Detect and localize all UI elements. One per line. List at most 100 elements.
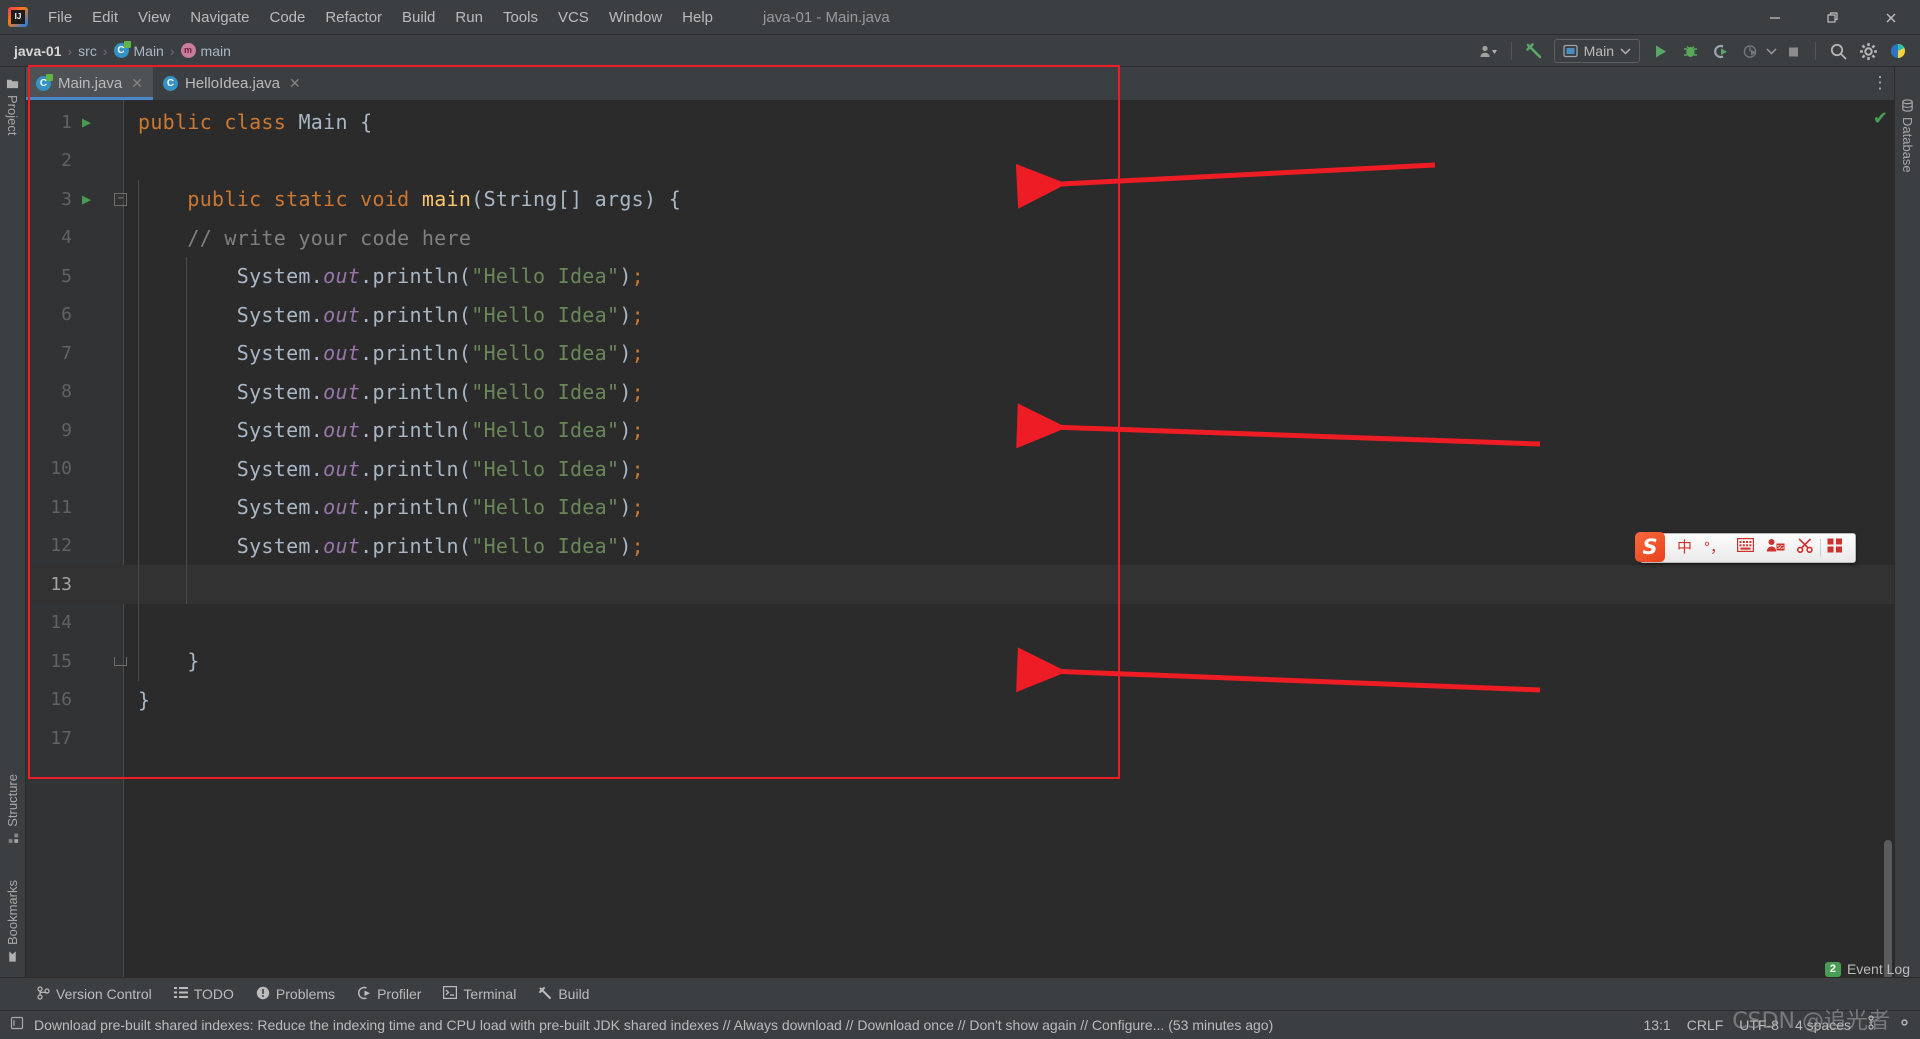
settings-gear-icon[interactable] <box>1854 38 1882 64</box>
breadcrumb-item-main[interactable]: m main <box>177 43 235 59</box>
line-number[interactable]: 14 <box>26 612 72 633</box>
bottom-tool-terminal[interactable]: Terminal <box>432 978 527 1011</box>
gutter-fold-start-icon[interactable]: − <box>114 192 127 206</box>
line-number[interactable]: 16 <box>26 689 72 710</box>
line-number[interactable]: 6 <box>26 304 72 325</box>
indent-setting[interactable]: 4 spaces <box>1795 1017 1851 1033</box>
bottom-tool-version-control[interactable]: Version Control <box>26 978 163 1011</box>
menu-item-window[interactable]: Window <box>599 0 672 35</box>
code-line[interactable]: 15 } <box>26 642 1894 681</box>
line-number[interactable]: 4 <box>26 227 72 248</box>
code-line[interactable]: 13 <box>26 565 1894 604</box>
menu-item-help[interactable]: Help <box>672 0 723 35</box>
menu-item-code[interactable]: Code <box>259 0 315 35</box>
ime-user-icon[interactable]: SG <box>1760 538 1791 559</box>
profiler-chevron-down-icon[interactable] <box>1766 47 1777 55</box>
git-branch-icon[interactable] <box>1867 1015 1881 1035</box>
menu-item-view[interactable]: View <box>128 0 180 35</box>
ime-punctuation-toggle[interactable]: °， <box>1698 538 1731 558</box>
gutter-run-icon[interactable]: ▶ <box>82 115 96 130</box>
gutter-run-icon[interactable]: ▶ <box>82 192 96 207</box>
line-number[interactable]: 2 <box>26 150 72 171</box>
code-line[interactable]: 10 System.out.println("Hello Idea"); <box>26 449 1894 488</box>
menu-item-navigate[interactable]: Navigate <box>180 0 259 35</box>
line-number[interactable]: 3 <box>26 189 72 210</box>
bottom-tool-todo[interactable]: TODO <box>163 978 245 1011</box>
line-number[interactable]: 11 <box>26 497 72 518</box>
code-line[interactable]: 4 // write your code here <box>26 218 1894 257</box>
code-line[interactable]: 2 <box>26 142 1894 181</box>
menu-item-file[interactable]: File <box>38 0 82 35</box>
line-number[interactable]: 8 <box>26 381 72 402</box>
line-number[interactable]: 13 <box>26 574 72 595</box>
code-line[interactable]: 3 ▶ − public static void main(String[] arg… <box>26 180 1894 219</box>
close-icon[interactable]: ✕ <box>289 75 301 92</box>
line-number[interactable]: 17 <box>26 728 72 749</box>
editor-tab-HelloIdea-java[interactable]: C HelloIdea.java ✕ <box>153 67 311 100</box>
event-log-button[interactable]: 2 Event Log <box>1824 961 1910 977</box>
code-line[interactable]: 1 ▶ public class Main { <box>26 103 1894 142</box>
menu-item-refactor[interactable]: Refactor <box>315 0 392 35</box>
ide-feature-trainer-icon[interactable] <box>1884 38 1912 64</box>
bottom-tool-problems[interactable]: Problems <box>245 978 346 1011</box>
line-number[interactable]: 10 <box>26 458 72 479</box>
sidebar-item-structure[interactable]: Structure <box>5 770 20 849</box>
menu-item-vcs[interactable]: VCS <box>548 0 599 35</box>
code-line[interactable]: 7 System.out.println("Hello Idea"); <box>26 334 1894 373</box>
sidebar-item-project[interactable]: Project <box>5 73 20 139</box>
restore-button[interactable] <box>1804 0 1862 35</box>
sidebar-item-database[interactable]: Database <box>1900 95 1915 177</box>
inspection-status-icon[interactable]: ✔ <box>1873 108 1888 129</box>
line-number[interactable]: 1 <box>26 112 72 133</box>
debug-button[interactable] <box>1676 38 1704 64</box>
search-everywhere-icon[interactable] <box>1824 38 1852 64</box>
editor-scrollbar-thumb[interactable] <box>1884 840 1892 977</box>
line-separator[interactable]: CRLF <box>1687 1017 1724 1033</box>
profiler-button[interactable] <box>1736 38 1764 64</box>
code-line[interactable]: 17 <box>26 719 1894 758</box>
caret-position[interactable]: 13:1 <box>1643 1017 1670 1033</box>
menu-item-edit[interactable]: Edit <box>82 0 128 35</box>
line-number[interactable]: 15 <box>26 651 72 672</box>
close-icon[interactable]: ✕ <box>131 75 143 92</box>
code-line[interactable]: 6 System.out.println("Hello Idea"); <box>26 295 1894 334</box>
ime-keyboard-icon[interactable] <box>1731 538 1760 558</box>
ime-mode-chinese[interactable]: 中 <box>1671 538 1698 558</box>
code-line[interactable]: 11 System.out.println("Hello Idea"); <box>26 488 1894 527</box>
ime-floating-toolbar[interactable]: S 中 °， SG <box>1635 531 1857 563</box>
run-button[interactable] <box>1646 38 1674 64</box>
account-icon[interactable] <box>1475 38 1503 64</box>
run-configuration-selector[interactable]: Main <box>1553 39 1640 63</box>
tabs-more-icon[interactable]: ⋮ <box>1870 73 1890 93</box>
breadcrumb-item-src[interactable]: src <box>74 43 101 59</box>
run-with-coverage-button[interactable] <box>1706 38 1734 64</box>
ime-apps-grid-icon[interactable] <box>1821 538 1849 559</box>
menu-item-run[interactable]: Run <box>445 0 493 35</box>
line-number[interactable]: 9 <box>26 420 72 441</box>
close-button[interactable] <box>1862 0 1920 35</box>
breadcrumb-item-Main[interactable]: C Main <box>110 41 168 59</box>
file-encoding[interactable]: UTF-8 <box>1739 1017 1779 1033</box>
code-line[interactable]: 8 System.out.println("Hello Idea"); <box>26 372 1894 411</box>
minimize-button[interactable] <box>1746 0 1804 35</box>
code-line[interactable]: 12 System.out.println("Hello Idea"); <box>26 526 1894 565</box>
menu-item-build[interactable]: Build <box>392 0 445 35</box>
bottom-tool-build[interactable]: Build <box>527 978 600 1011</box>
bottom-tool-profiler[interactable]: Profiler <box>346 978 432 1011</box>
code-line[interactable]: 5 System.out.println("Hello Idea"); <box>26 257 1894 296</box>
ime-scissors-icon[interactable] <box>1791 537 1820 559</box>
menu-item-tools[interactable]: Tools <box>493 0 548 35</box>
notifications-gear-icon[interactable] <box>1897 1015 1912 1035</box>
sogou-logo-icon[interactable]: S <box>1635 531 1665 562</box>
line-number[interactable]: 5 <box>26 266 72 287</box>
line-number[interactable]: 12 <box>26 535 72 556</box>
line-number[interactable]: 7 <box>26 343 72 364</box>
code-editor[interactable]: 1 ▶ public class Main {2 3 ▶ − public static … <box>26 100 1894 977</box>
build-hammer-icon[interactable] <box>1520 38 1548 64</box>
code-line[interactable]: 16} <box>26 681 1894 720</box>
breadcrumb-item-java-01[interactable]: java-01 <box>10 43 65 59</box>
sidebar-item-bookmarks[interactable]: Bookmarks <box>5 876 20 967</box>
stop-button[interactable] <box>1779 38 1807 64</box>
status-message[interactable]: Download pre-built shared indexes: Reduc… <box>34 1017 1273 1033</box>
editor-tab-Main-java[interactable]: C Main.java ✕ <box>26 67 153 100</box>
